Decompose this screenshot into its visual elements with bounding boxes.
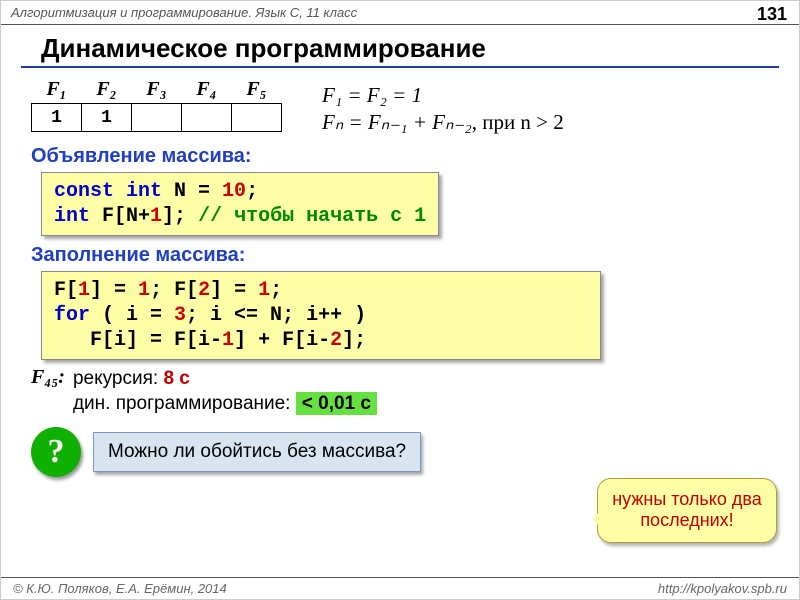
- formula-lhs: Fₙ = Fₙ₋₁ + Fₙ₋₂: [322, 110, 472, 134]
- formula-block: F₁ = F₂ = 1 Fₙ = Fₙ₋₁ + Fₙ₋₂, при n > 2: [322, 76, 564, 137]
- footer-url: http://kpolyakov.spb.ru: [658, 581, 787, 596]
- fib-c4: [182, 104, 232, 132]
- num: 1: [150, 205, 162, 228]
- section-fill: Заполнение массива:: [31, 244, 769, 267]
- header-strip: Алгоритмизация и программирование. Язык …: [1, 1, 799, 25]
- tok: ;: [270, 279, 282, 302]
- fib-h5: F₅: [232, 76, 282, 104]
- code-declaration: const int N = 10; int F[N+1]; // чтобы н…: [41, 172, 439, 236]
- dp-label: дин. программирование:: [73, 393, 296, 414]
- timing-block: рекурсия: 8 с дин. программирование: < 0…: [73, 366, 377, 417]
- section-declaration: Объявление массива:: [31, 145, 769, 168]
- formula-line2: Fₙ = Fₙ₋₁ + Fₙ₋₂, при n > 2: [322, 109, 564, 136]
- question-icon: ?: [31, 427, 81, 477]
- copyright: © К.Ю. Поляков, Е.А. Ерёмин, 2014: [13, 581, 227, 596]
- fib-c3: [132, 104, 182, 132]
- num: 1: [138, 279, 150, 302]
- kw: int: [54, 205, 90, 228]
- f45-label: F₄₅:: [31, 366, 65, 389]
- question-box: Можно ли обойтись без массива?: [93, 432, 421, 472]
- comment: // чтобы начать с 1: [198, 205, 426, 228]
- callout-bubble: нужны только два последних!: [597, 478, 777, 543]
- fib-h3: F₃: [132, 76, 182, 104]
- page-number: 131: [757, 4, 787, 25]
- tok: ; i <= N; i++ ): [186, 304, 366, 327]
- formula-line1: F₁ = F₂ = 1: [322, 82, 564, 109]
- dp-time: < 0,01 с: [296, 392, 377, 415]
- rec-time: 8 с: [163, 368, 189, 389]
- num: 3: [174, 304, 186, 327]
- num: 1: [258, 279, 270, 302]
- num: 2: [330, 329, 342, 352]
- tok: ] =: [210, 279, 258, 302]
- tok: F[N+: [90, 205, 150, 228]
- tok: ] =: [90, 279, 138, 302]
- tok: F[i] = F[i-: [54, 329, 222, 352]
- fibonacci-table: F₁ F₂ F₃ F₄ F₅ 1 1: [31, 76, 282, 132]
- num: 1: [222, 329, 234, 352]
- footer: © К.Ю. Поляков, Е.А. Ерёмин, 2014 http:/…: [1, 577, 799, 599]
- tok: ;: [246, 180, 258, 203]
- tok: ; F[: [150, 279, 198, 302]
- tok: N =: [162, 180, 222, 203]
- code-fill: F[1] = 1; F[2] = 1; for ( i = 3; i <= N;…: [41, 271, 601, 360]
- fib-c1: 1: [32, 104, 82, 132]
- tok: ( i =: [90, 304, 174, 327]
- page-title: Динамическое программирование: [21, 25, 779, 68]
- kw: const int: [54, 180, 162, 203]
- num: 1: [78, 279, 90, 302]
- formula-rhs: , при n > 2: [472, 110, 564, 134]
- tok: F[: [54, 279, 78, 302]
- num: 2: [198, 279, 210, 302]
- breadcrumb: Алгоритмизация и программирование. Язык …: [11, 5, 357, 20]
- fib-c2: 1: [82, 104, 132, 132]
- rec-label: рекурсия:: [73, 368, 163, 389]
- fib-h4: F₄: [182, 76, 232, 104]
- tok: ];: [342, 329, 366, 352]
- fib-c5: [232, 104, 282, 132]
- fib-h1: F₁: [32, 76, 82, 104]
- kw: for: [54, 304, 90, 327]
- fib-h2: F₂: [82, 76, 132, 104]
- num: 10: [222, 180, 246, 203]
- tok: ];: [162, 205, 198, 228]
- tok: ] + F[i-: [234, 329, 330, 352]
